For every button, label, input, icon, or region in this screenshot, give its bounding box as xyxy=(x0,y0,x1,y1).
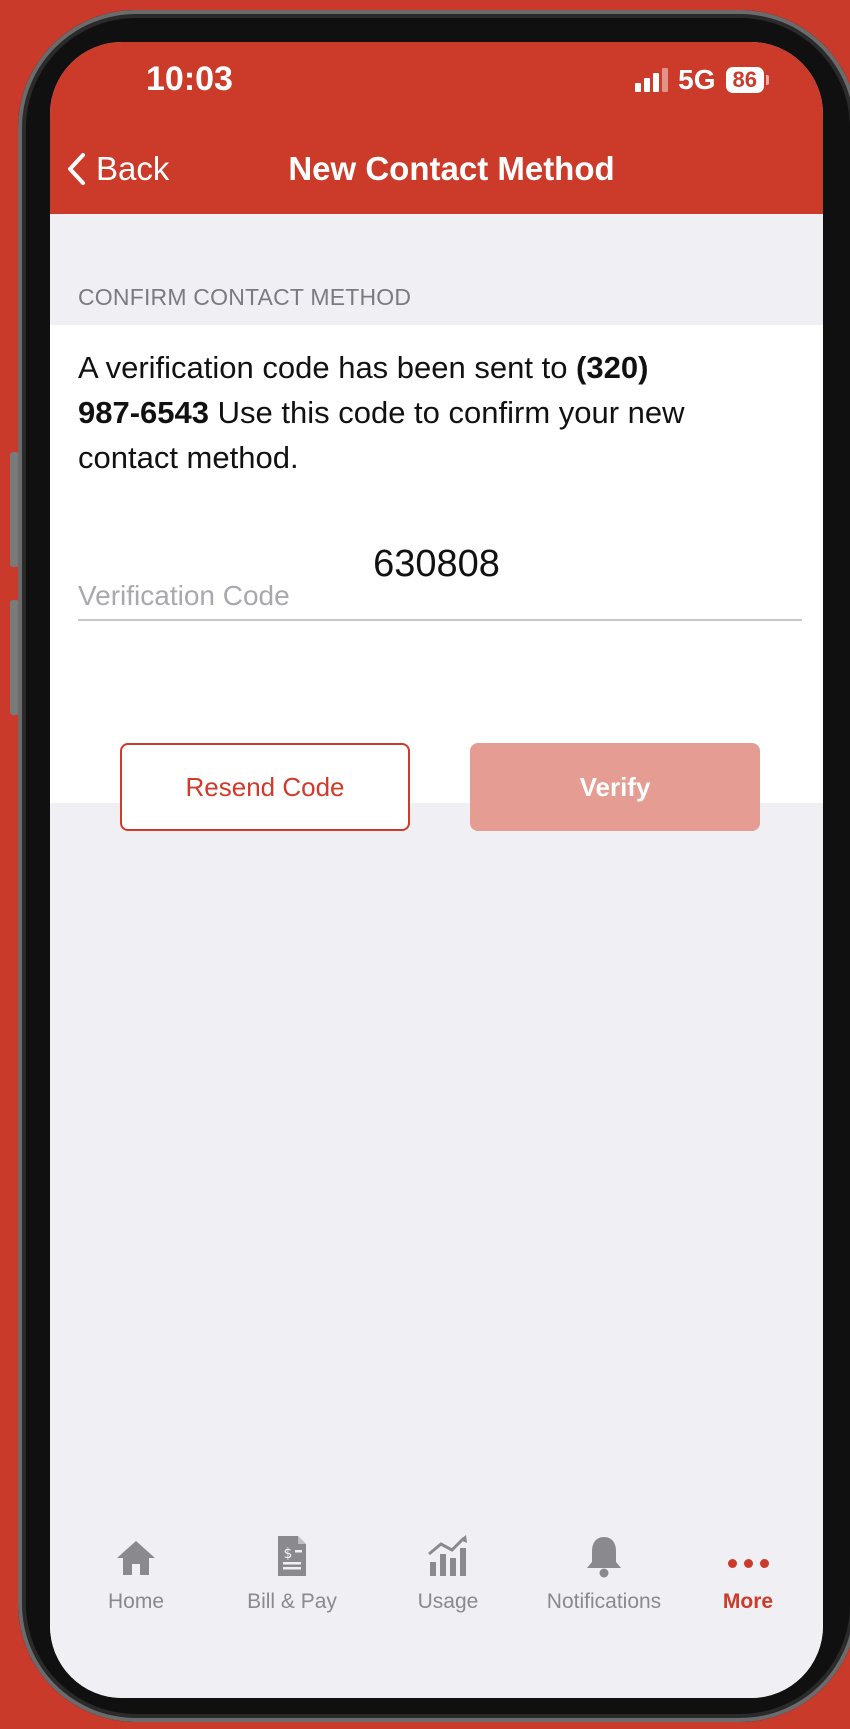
verification-code-label: Verification Code xyxy=(78,580,290,611)
input-underline xyxy=(78,619,802,621)
bell-icon xyxy=(584,1528,624,1578)
tab-bill-pay[interactable]: $ Bill & Pay xyxy=(214,1528,370,1614)
tab-usage[interactable]: Usage xyxy=(370,1528,526,1614)
status-indicators: 5G 86 xyxy=(635,64,769,96)
verify-button[interactable]: Verify xyxy=(470,743,760,831)
resend-code-button[interactable]: Resend Code xyxy=(120,743,410,831)
svg-text:$: $ xyxy=(284,1546,293,1562)
bill-icon: $ xyxy=(275,1528,309,1578)
message-prefix: A verification code has been sent to xyxy=(78,350,577,385)
tab-more[interactable]: More xyxy=(670,1528,823,1614)
battery-icon: 86 xyxy=(725,67,764,93)
tab-bill-pay-label: Bill & Pay xyxy=(247,1590,337,1613)
verification-card: A verification code has been sent to (32… xyxy=(50,325,823,831)
page-title: New Contact Method xyxy=(288,150,615,187)
battery-tip xyxy=(766,75,769,85)
tab-notifications[interactable]: Notifications xyxy=(526,1528,682,1614)
tab-home-label: Home xyxy=(107,1590,165,1613)
network-type: 5G xyxy=(678,64,716,95)
cellular-signal-icon xyxy=(635,68,669,92)
verification-message: A verification code has been sent to (32… xyxy=(78,345,718,480)
tab-bar: Home $ Bill & Pay Usage Notifications Mo… xyxy=(50,1528,823,1698)
phone-screen: 10:03 5G 86 Back New Contact Method CONF… xyxy=(50,42,823,1698)
home-icon xyxy=(114,1528,158,1578)
tab-home[interactable]: Home xyxy=(58,1528,214,1614)
more-dots-icon xyxy=(727,1528,769,1578)
tab-notifications-label: Notifications xyxy=(546,1590,662,1613)
app-header: 10:03 5G 86 Back New Contact Method xyxy=(50,42,823,214)
usage-chart-icon xyxy=(426,1528,470,1578)
section-header: CONFIRM CONTACT METHOD xyxy=(78,284,412,310)
status-time: 10:03 xyxy=(146,60,233,98)
tab-usage-label: Usage xyxy=(417,1590,479,1613)
tab-more-label: More xyxy=(722,1590,774,1613)
